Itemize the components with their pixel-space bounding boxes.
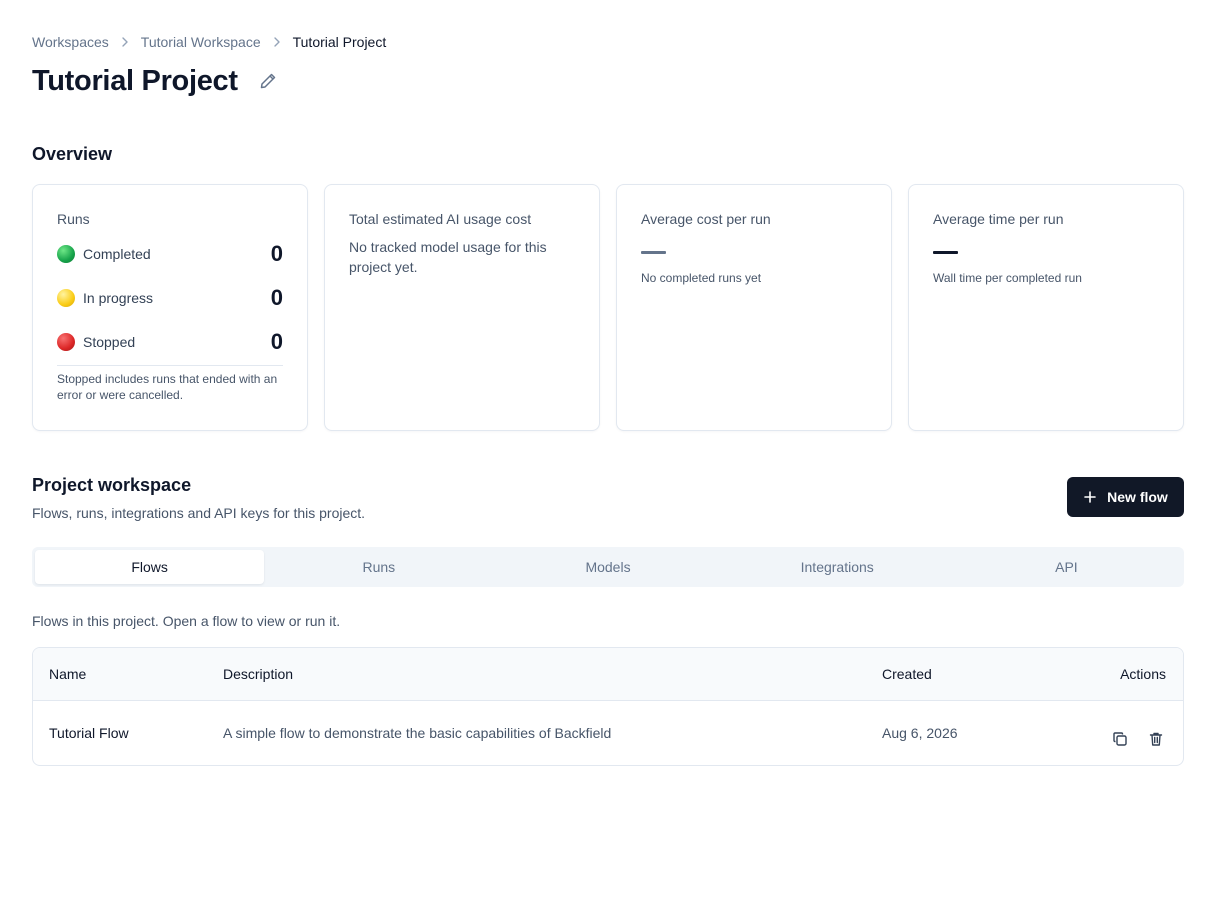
column-header-description: Description: [223, 666, 294, 682]
yellow-dot-icon: [57, 289, 75, 307]
overview-heading: Overview: [32, 144, 113, 164]
divider: [57, 365, 283, 366]
pencil-icon[interactable]: [256, 69, 280, 93]
run-row-completed: Completed 0: [57, 241, 283, 266]
cost-card: Total estimated AI usage cost No tracked…: [324, 184, 600, 431]
empty-value-dash: [933, 245, 1159, 259]
tab-flows[interactable]: Flows: [35, 550, 265, 584]
run-count: 0: [270, 285, 283, 310]
avg-time-card-subtext: Wall time per completed run: [933, 271, 1082, 285]
cost-card-title: Total estimated AI usage cost: [349, 211, 532, 227]
avg-cost-card-title: Average cost per run: [641, 211, 771, 227]
copy-icon[interactable]: [1110, 729, 1130, 749]
chevron-right-icon: [268, 33, 286, 51]
plus-icon: [1083, 490, 1097, 504]
avg-time-card: Average time per run Wall time per compl…: [908, 184, 1184, 431]
runs-card-title: Runs: [57, 211, 90, 227]
workspace-tabs: Flows Runs Models Integrations API: [32, 547, 1184, 587]
run-row-in-progress: In progress 0: [57, 285, 283, 310]
workspace-subheading: Flows, runs, integrations and API keys f…: [32, 505, 366, 521]
run-label: Completed: [83, 246, 151, 262]
avg-time-card-title: Average time per run: [933, 211, 1064, 227]
runs-note: Stopped includes runs that ended with an…: [57, 372, 278, 402]
column-header-actions: Actions: [1120, 666, 1166, 682]
new-flow-label: New flow: [1107, 489, 1168, 505]
tab-api[interactable]: API: [952, 550, 1181, 584]
title-row: Tutorial Project: [32, 62, 280, 100]
breadcrumb-workspace[interactable]: Tutorial Workspace: [141, 34, 261, 50]
trash-icon[interactable]: [1146, 729, 1166, 749]
breadcrumb-workspaces[interactable]: Workspaces: [32, 34, 109, 50]
breadcrumb-project: Tutorial Project: [292, 34, 387, 50]
workspace-heading: Project workspace: [32, 475, 192, 495]
chevron-right-icon: [116, 33, 134, 51]
table-row[interactable]: Tutorial Flow A simple flow to demonstra…: [33, 701, 1183, 765]
flow-created: Aug 6, 2026: [882, 725, 958, 741]
run-label: Stopped: [83, 334, 136, 350]
table-header: Name Description Created Actions: [33, 648, 1183, 701]
column-header-created: Created: [882, 666, 932, 682]
cost-card-text: No tracked model usage for this project …: [349, 239, 547, 275]
avg-cost-card-subtext: No completed runs yet: [641, 271, 762, 285]
red-dot-icon: [57, 333, 75, 351]
tab-integrations[interactable]: Integrations: [723, 550, 952, 584]
run-label: In progress: [83, 290, 154, 306]
page-title: Tutorial Project: [32, 64, 238, 97]
row-actions: [1110, 701, 1166, 765]
new-flow-button[interactable]: New flow: [1067, 477, 1184, 517]
tab-models[interactable]: Models: [493, 550, 722, 584]
avg-cost-card: Average cost per run No completed runs y…: [616, 184, 892, 431]
tab-runs[interactable]: Runs: [264, 550, 493, 584]
flows-table: Name Description Created Actions Tutoria…: [32, 647, 1184, 766]
run-row-stopped: Stopped 0: [57, 329, 283, 354]
breadcrumb: Workspaces Tutorial Workspace Tutorial P…: [32, 33, 386, 51]
column-header-name: Name: [49, 666, 87, 682]
flows-hint: Flows in this project. Open a flow to vi…: [32, 613, 341, 629]
empty-value-dash: [641, 245, 867, 259]
green-dot-icon: [57, 245, 75, 263]
flow-name[interactable]: Tutorial Flow: [49, 701, 129, 765]
run-count: 0: [270, 329, 283, 354]
run-count: 0: [270, 241, 283, 266]
flow-description: A simple flow to demonstrate the basic c…: [223, 725, 612, 741]
runs-card: Runs Completed 0 In progress 0 Stopped 0…: [32, 184, 308, 431]
